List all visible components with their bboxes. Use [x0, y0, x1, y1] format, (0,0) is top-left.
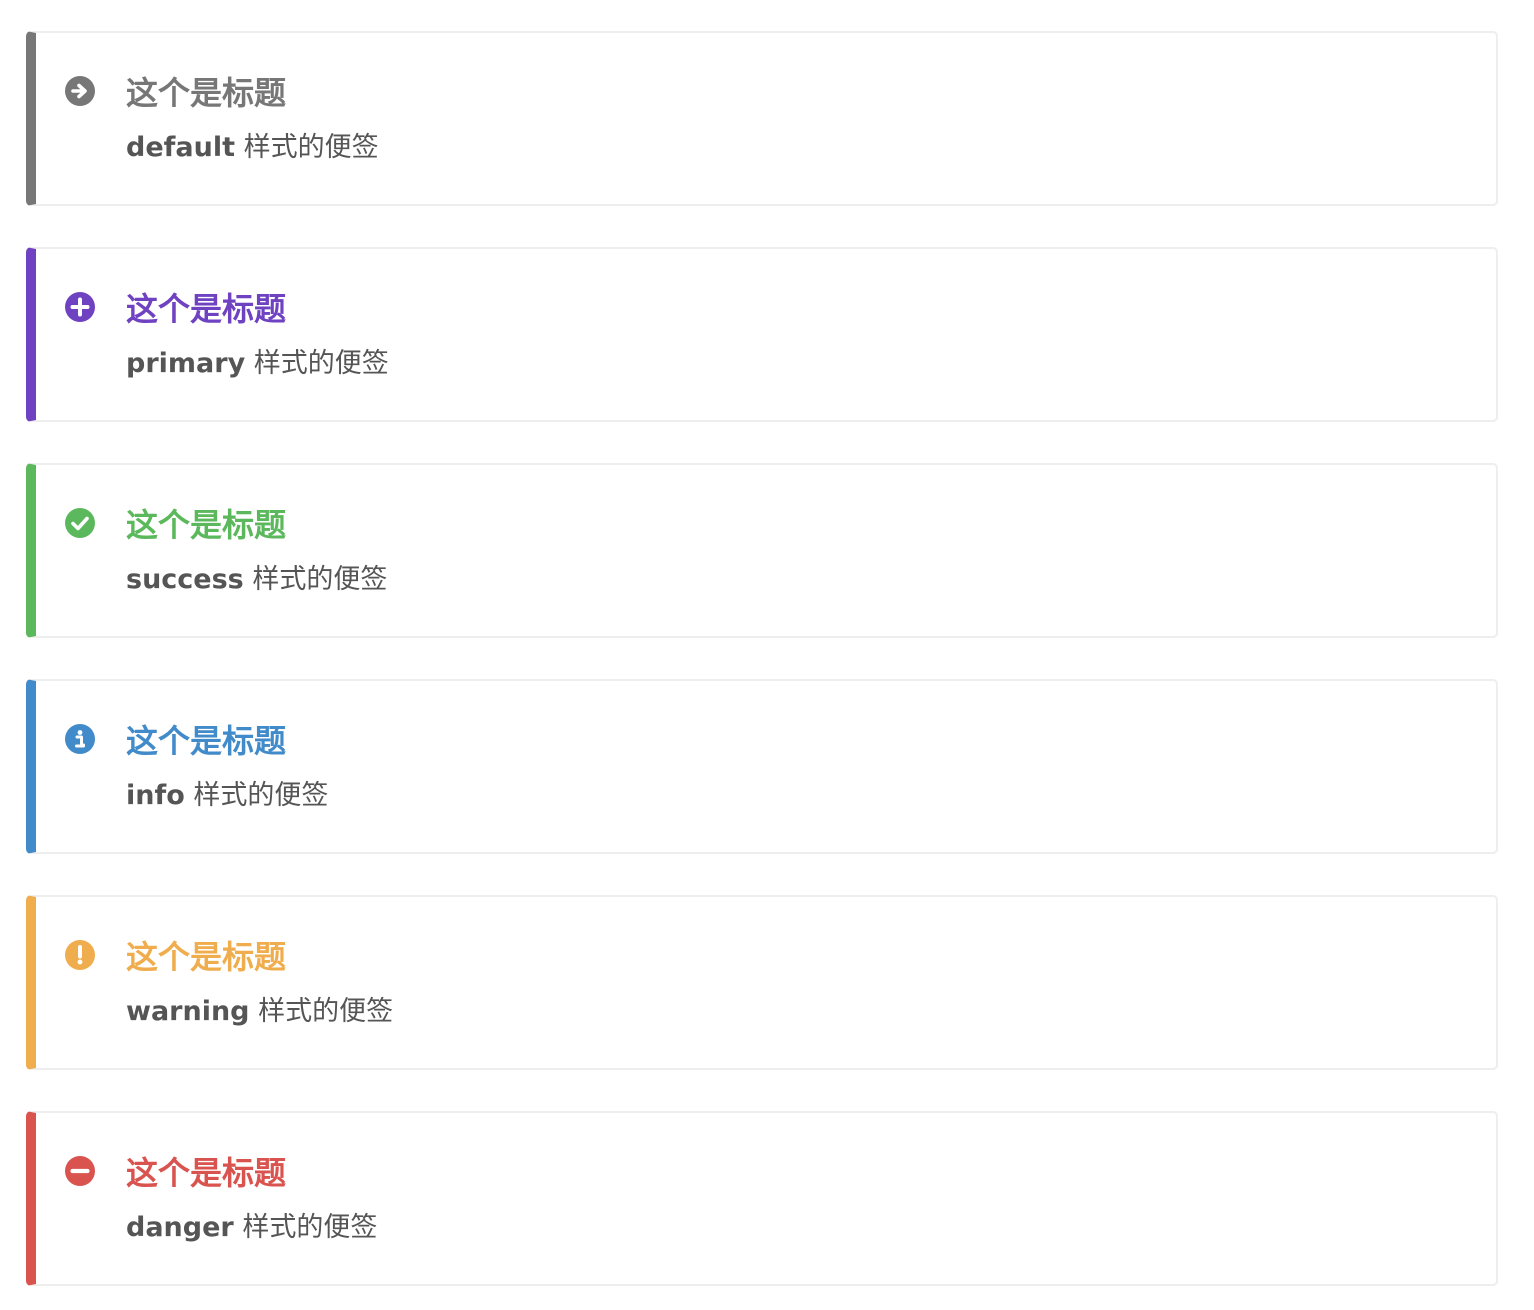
- note-text: 样式的便签: [249, 996, 394, 1027]
- info-circle-icon: [64, 723, 96, 755]
- note-danger: 这个是标题 danger 样式的便签: [26, 1111, 1498, 1286]
- plus-circle-icon: [64, 291, 96, 323]
- note-text: 样式的便签: [235, 132, 379, 163]
- note-keyword: danger: [126, 1212, 234, 1243]
- note-info: 这个是标题 info 样式的便签: [26, 679, 1498, 854]
- note-text: 样式的便签: [243, 564, 388, 595]
- note-body: warning 样式的便签: [126, 993, 393, 1031]
- note-text: 样式的便签: [184, 780, 329, 811]
- note-body: primary 样式的便签: [126, 345, 389, 383]
- note-title: 这个是标题: [126, 1154, 287, 1192]
- note-body: info 样式的便签: [126, 777, 328, 815]
- note-keyword: info: [126, 780, 185, 811]
- note-keyword: warning: [126, 996, 250, 1027]
- note-keyword: success: [126, 564, 244, 595]
- note-success: 这个是标题 success 样式的便签: [26, 463, 1498, 638]
- note-default: 这个是标题 default 样式的便签: [26, 31, 1498, 206]
- note-title: 这个是标题: [126, 722, 287, 760]
- note-title: 这个是标题: [126, 74, 287, 112]
- arrow-circle-right-icon: [64, 75, 96, 107]
- note-primary: 这个是标题 primary 样式的便签: [26, 247, 1498, 422]
- note-title: 这个是标题: [126, 506, 287, 544]
- note-body: danger 样式的便签: [126, 1209, 377, 1247]
- check-circle-icon: [64, 507, 96, 539]
- exclamation-circle-icon: [64, 939, 96, 971]
- minus-circle-icon: [64, 1155, 96, 1187]
- note-body: success 样式的便签: [126, 561, 387, 599]
- note-body: default 样式的便签: [126, 129, 379, 167]
- note-title: 这个是标题: [126, 290, 287, 328]
- note-warning: 这个是标题 warning 样式的便签: [26, 895, 1498, 1070]
- note-keyword: default: [126, 132, 235, 163]
- note-text: 样式的便签: [245, 348, 389, 379]
- note-keyword: primary: [126, 348, 246, 379]
- note-title: 这个是标题: [126, 938, 287, 976]
- note-text: 样式的便签: [233, 1212, 378, 1243]
